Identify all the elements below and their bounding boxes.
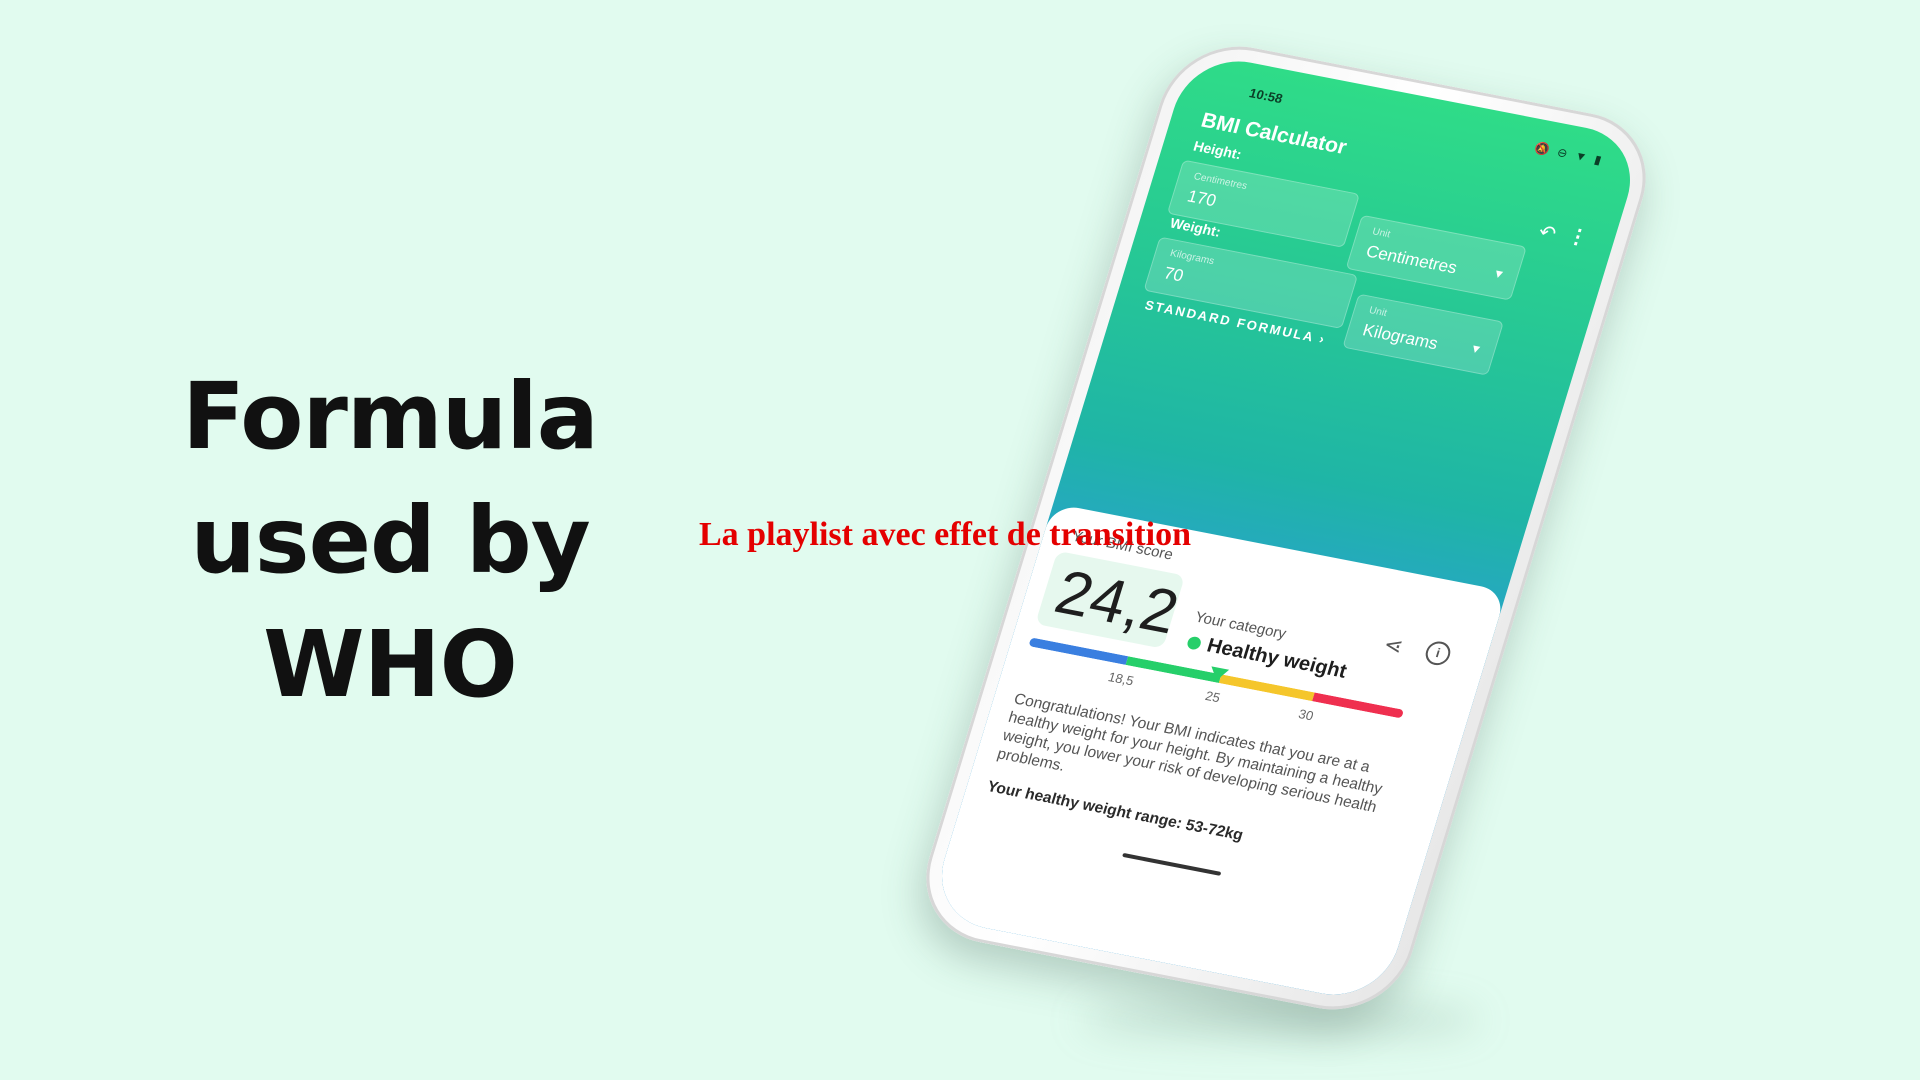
result-message: Congratulations! Your BMI indicates that… (995, 690, 1385, 817)
weight-unit-value: Kilograms (1360, 320, 1441, 354)
status-time: 10:58 (1247, 85, 1285, 107)
scale-segment-overweight (1218, 674, 1315, 702)
chevron-down-icon: ▼ (1491, 266, 1507, 282)
height-label: Height: (1191, 137, 1244, 163)
scale-tick: 18,5 (1106, 669, 1136, 689)
status-icons: 🔕 ⊖ ▼ ▮ (1533, 141, 1603, 167)
undo-icon[interactable]: ↶ (1535, 219, 1559, 246)
battery-icon: ▮ (1592, 152, 1604, 168)
scale-segment-healthy (1125, 656, 1222, 683)
category-status-dot (1185, 635, 1203, 651)
scale-segment-underweight (1028, 637, 1129, 665)
bmi-score-value: 24,2 (1047, 557, 1187, 648)
headline: Formula used by WHO (150, 355, 630, 727)
headline-line: used by (190, 487, 590, 594)
weight-unit-caption: Unit (1367, 305, 1389, 320)
more-vert-icon[interactable]: ⋮ (1564, 223, 1591, 251)
chevron-right-icon: › (1317, 331, 1329, 347)
chevron-down-icon: ▼ (1468, 341, 1484, 357)
overlay-caption: La playlist avec effet de transition (699, 516, 1191, 553)
headline-line: WHO (263, 611, 518, 718)
height-input-value: 170 (1185, 186, 1219, 211)
height-unit-caption: Unit (1370, 226, 1392, 241)
mute-icon: 🔕 (1532, 140, 1552, 158)
height-unit-value: Centimetres (1363, 241, 1460, 278)
info-icon[interactable]: i (1422, 639, 1454, 668)
share-icon[interactable]: ⋖ (1380, 631, 1406, 660)
scale-tick: 25 (1203, 688, 1223, 706)
weight-unit-select[interactable]: Unit Kilograms ▼ (1342, 293, 1504, 376)
wifi-icon: ▼ (1573, 148, 1589, 165)
weight-input-value: 70 (1161, 263, 1186, 286)
category-label: Your category (1192, 608, 1289, 643)
height-unit-select[interactable]: Unit Centimetres ▼ (1345, 214, 1527, 301)
home-indicator[interactable] (1122, 852, 1222, 876)
scale-tick: 30 (1296, 706, 1316, 724)
headline-line: Formula (182, 363, 599, 470)
dnd-icon: ⊖ (1555, 145, 1570, 161)
phone-shadow (1080, 1000, 1480, 1040)
scale-segment-obese (1311, 692, 1405, 719)
result-card: Your BMI score 24,2 Your category Health… (926, 503, 1507, 1005)
